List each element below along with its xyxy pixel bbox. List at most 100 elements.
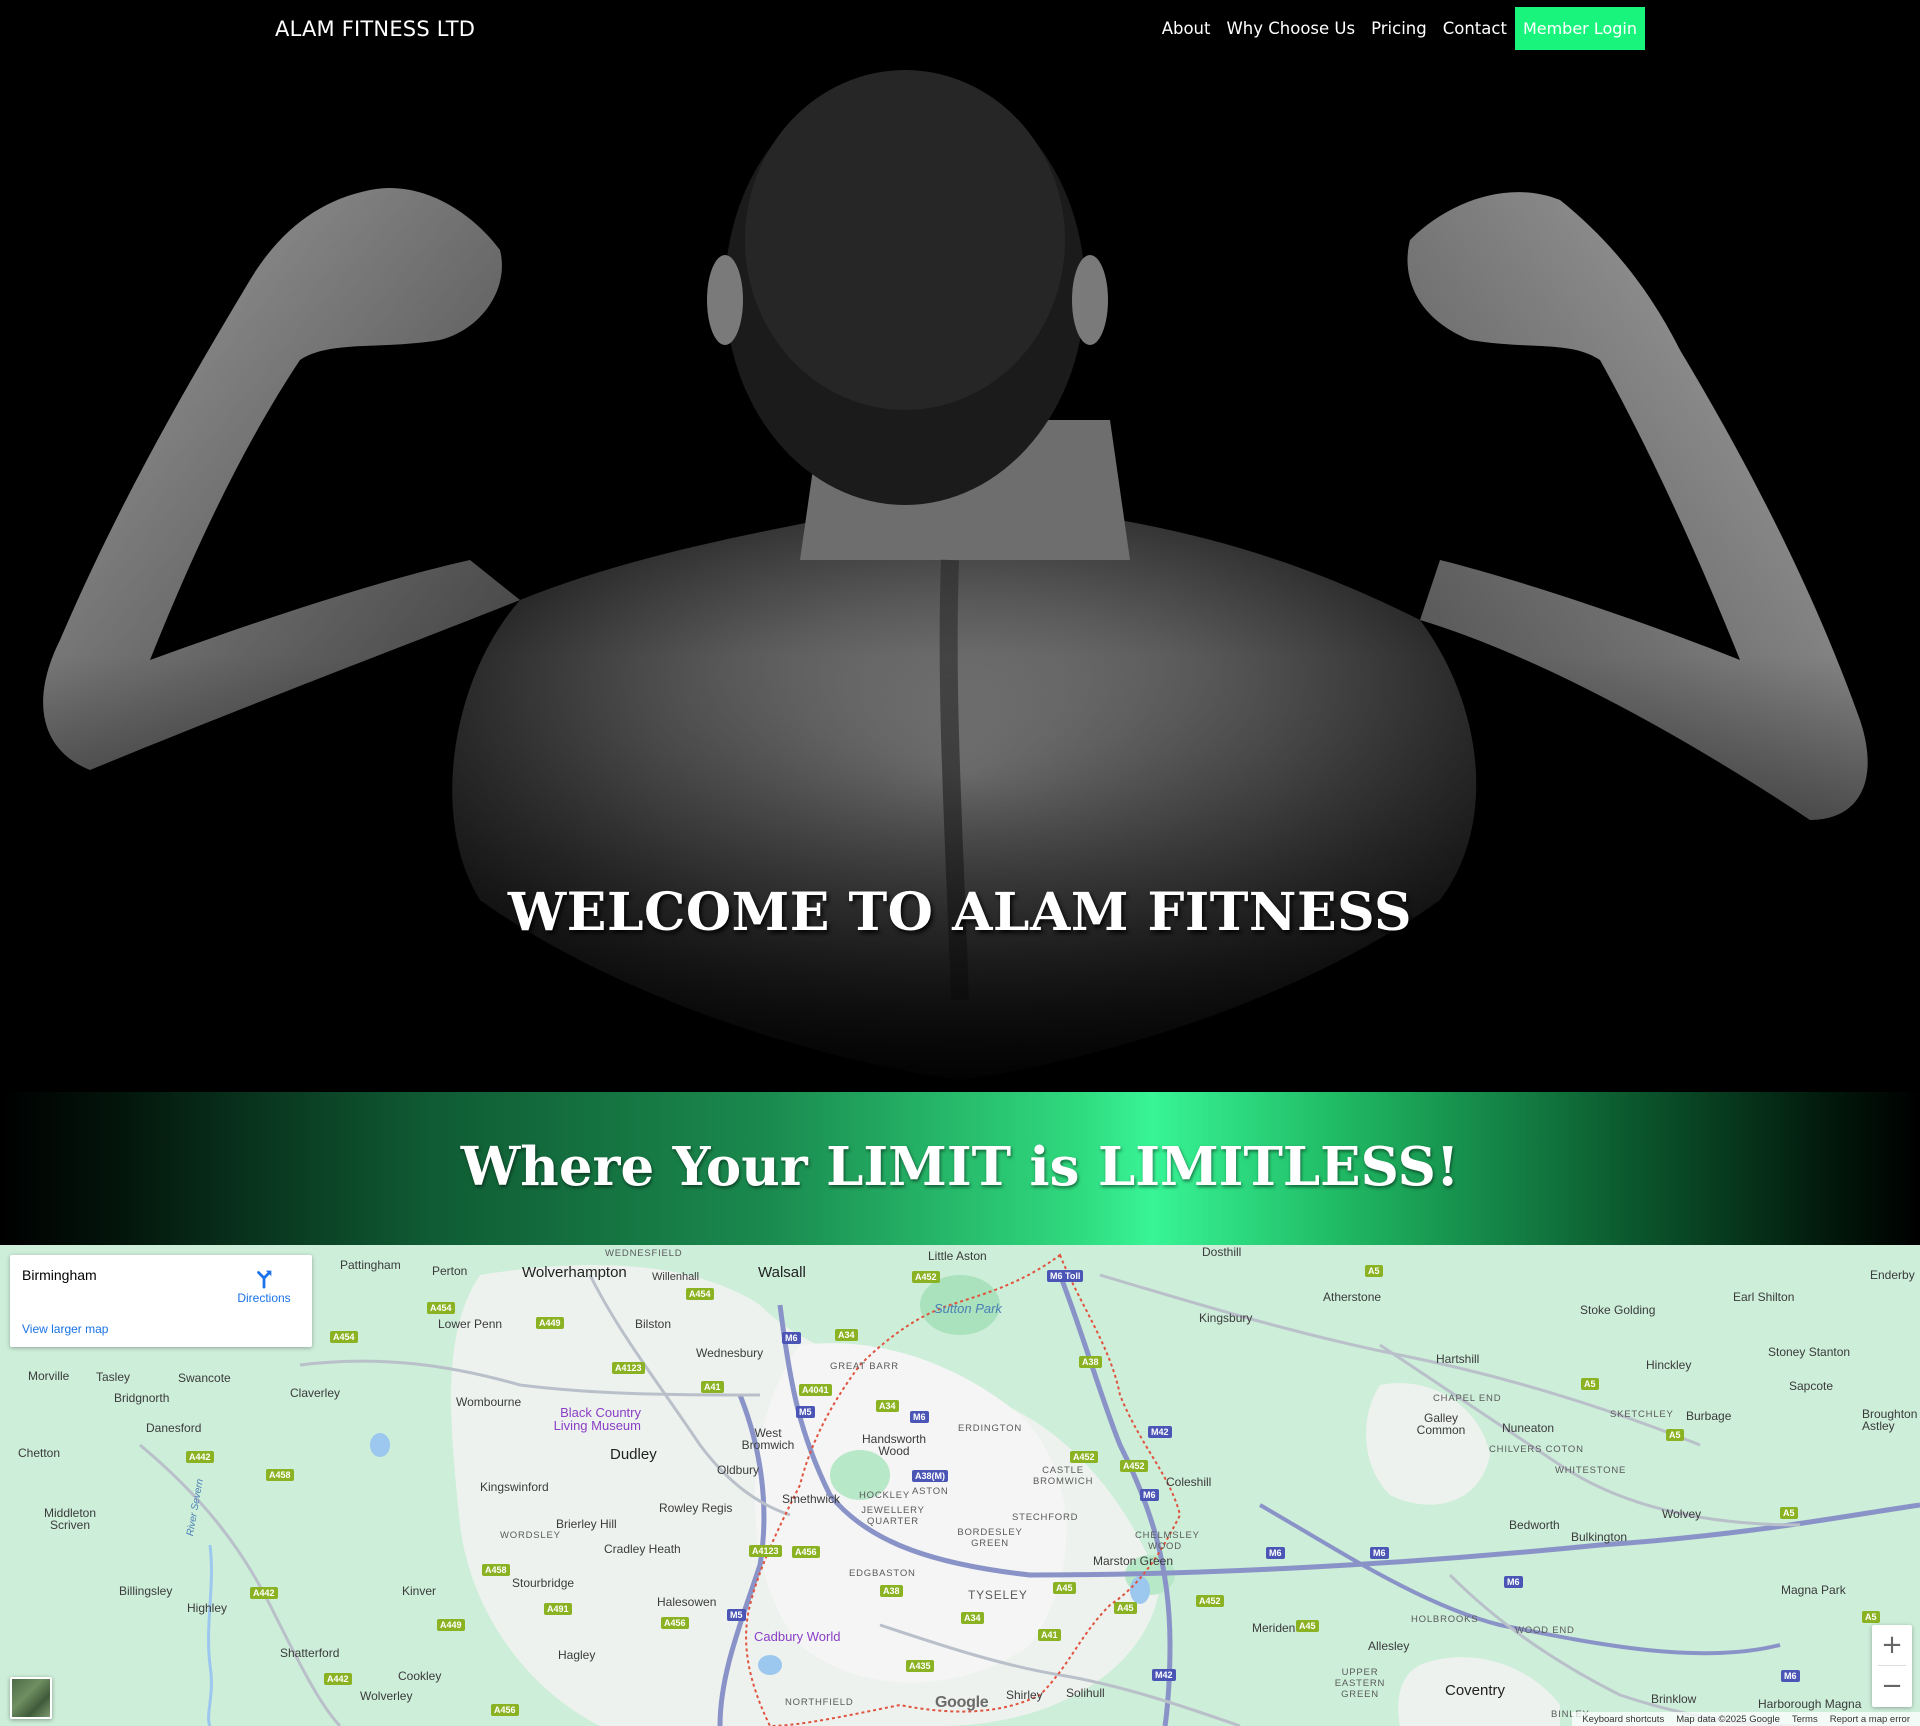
map-label-stoney-stanton[interactable]: Stoney Stanton bbox=[1768, 1345, 1850, 1359]
map-label-swancote[interactable]: Swancote bbox=[178, 1371, 231, 1385]
map-label-lower-penn[interactable]: Lower Penn bbox=[438, 1317, 502, 1331]
map-label-bordesley-green[interactable]: BORDESLEY GREEN bbox=[955, 1527, 1025, 1549]
map-label-stourbridge[interactable]: Stourbridge bbox=[512, 1576, 574, 1590]
map-label-rowley-regis[interactable]: Rowley Regis bbox=[659, 1501, 732, 1515]
zoom-in-button[interactable]: + bbox=[1872, 1625, 1912, 1665]
map-label-brierley-hill[interactable]: Brierley Hill bbox=[556, 1517, 617, 1531]
map-label-wood-end[interactable]: WOOD END bbox=[1515, 1625, 1575, 1636]
map-label-harborough-magna[interactable]: Harborough Magna bbox=[1758, 1697, 1861, 1711]
map-label-wolverhampton[interactable]: Wolverhampton bbox=[522, 1264, 627, 1281]
map-label-wednesfield[interactable]: WEDNESFIELD bbox=[605, 1248, 682, 1259]
map-label-cadbury-world[interactable]: Cadbury World bbox=[754, 1629, 840, 1644]
map-label-tasley[interactable]: Tasley bbox=[96, 1370, 130, 1384]
map-label-hockley[interactable]: HOCKLEY bbox=[859, 1490, 910, 1501]
map-label-oldbury[interactable]: Oldbury bbox=[717, 1463, 759, 1477]
map-label-bridgnorth[interactable]: Bridgnorth bbox=[114, 1391, 169, 1405]
map-label-perton[interactable]: Perton bbox=[432, 1264, 467, 1278]
map-label-hagley[interactable]: Hagley bbox=[558, 1648, 595, 1662]
map-label-stechford[interactable]: STECHFORD bbox=[1012, 1512, 1078, 1523]
map-label-magna-park[interactable]: Magna Park bbox=[1781, 1583, 1846, 1597]
map-label-northfield[interactable]: NORTHFIELD bbox=[785, 1697, 854, 1708]
map-label-dosthill[interactable]: Dosthill bbox=[1202, 1245, 1241, 1259]
map-label-morville[interactable]: Morville bbox=[28, 1369, 69, 1383]
map-label-wolvey[interactable]: Wolvey bbox=[1662, 1507, 1701, 1521]
map-label-holbrooks[interactable]: HOLBROOKS bbox=[1411, 1614, 1478, 1625]
nav-link-why-choose-us[interactable]: Why Choose Us bbox=[1226, 19, 1355, 38]
map-label-claverley[interactable]: Claverley bbox=[290, 1386, 340, 1400]
view-larger-map-link[interactable]: View larger map bbox=[22, 1322, 108, 1336]
map-label-erdington[interactable]: ERDINGTON bbox=[958, 1423, 1022, 1434]
map-label-kingswinford[interactable]: Kingswinford bbox=[480, 1480, 549, 1494]
map-label-galley-common[interactable]: Galley Common bbox=[1415, 1412, 1467, 1436]
map-label-billingsley[interactable]: Billingsley bbox=[119, 1584, 172, 1598]
map-label-sutton-park[interactable]: Sutton Park bbox=[934, 1301, 1002, 1316]
map-label-upper-eastern-green[interactable]: UPPER EASTERN GREEN bbox=[1320, 1667, 1400, 1700]
map-label-jewellery-quarter[interactable]: JEWELLERY QUARTER bbox=[858, 1505, 928, 1527]
map-label-tyseley[interactable]: TYSELEY bbox=[968, 1588, 1028, 1602]
map-label-wednesbury[interactable]: Wednesbury bbox=[696, 1346, 763, 1360]
map-label-walsall[interactable]: Walsall bbox=[758, 1264, 806, 1281]
satellite-layer-toggle[interactable] bbox=[10, 1677, 52, 1719]
map-label-shirley[interactable]: Shirley bbox=[1006, 1688, 1043, 1702]
map-label-sketchley[interactable]: SKETCHLEY bbox=[1610, 1409, 1674, 1420]
map-label-coventry[interactable]: Coventry bbox=[1445, 1682, 1505, 1699]
map-label-brinklow[interactable]: Brinklow bbox=[1651, 1692, 1696, 1706]
nav-link-about[interactable]: About bbox=[1162, 19, 1211, 38]
map-label-pattingham[interactable]: Pattingham bbox=[340, 1258, 401, 1272]
map-label-chilvers-coton[interactable]: CHILVERS COTON bbox=[1489, 1444, 1584, 1455]
map-label-kinver[interactable]: Kinver bbox=[402, 1584, 436, 1598]
map-label-coleshill[interactable]: Coleshill bbox=[1166, 1475, 1211, 1489]
map-label-wordsley[interactable]: WORDSLEY bbox=[500, 1530, 561, 1541]
map-label-solihull[interactable]: Solihull bbox=[1066, 1686, 1105, 1700]
map-label-burbage[interactable]: Burbage bbox=[1686, 1409, 1731, 1423]
map-label-highley[interactable]: Highley bbox=[187, 1601, 227, 1615]
map-label-bilston[interactable]: Bilston bbox=[635, 1317, 671, 1331]
nav-link-pricing[interactable]: Pricing bbox=[1371, 19, 1427, 38]
map-label-stoke-golding[interactable]: Stoke Golding bbox=[1580, 1303, 1655, 1317]
keyboard-shortcuts-link[interactable]: Keyboard shortcuts bbox=[1582, 1714, 1664, 1725]
map-label-handsworth-wood[interactable]: Handsworth Wood bbox=[859, 1433, 929, 1457]
map-label-aston[interactable]: ASTON bbox=[912, 1486, 949, 1497]
map-label-allesley[interactable]: Allesley bbox=[1368, 1639, 1409, 1653]
map-label-kingsbury[interactable]: Kingsbury bbox=[1199, 1311, 1252, 1325]
map-label-chelmsley-wood[interactable]: CHELMSLEY WOOD bbox=[1135, 1530, 1199, 1552]
map-label-chapel-end[interactable]: CHAPEL END bbox=[1433, 1393, 1501, 1404]
map-label-wombourne[interactable]: Wombourne bbox=[456, 1395, 521, 1409]
map-label-atherstone[interactable]: Atherstone bbox=[1323, 1290, 1381, 1304]
report-error-link[interactable]: Report a map error bbox=[1830, 1714, 1910, 1725]
map-label-great-barr[interactable]: GREAT BARR bbox=[830, 1361, 899, 1372]
map-label-hartshill[interactable]: Hartshill bbox=[1436, 1352, 1479, 1366]
map-label-chetton[interactable]: Chetton bbox=[18, 1446, 60, 1460]
map-label-cookley[interactable]: Cookley bbox=[398, 1669, 441, 1683]
map-label-bulkington[interactable]: Bulkington bbox=[1571, 1530, 1627, 1544]
map-label-halesowen[interactable]: Halesowen bbox=[657, 1595, 716, 1609]
map-label-nuneaton[interactable]: Nuneaton bbox=[1502, 1421, 1554, 1435]
directions-button[interactable]: Directions bbox=[234, 1267, 294, 1305]
map-label-edgbaston[interactable]: EDGBASTON bbox=[849, 1568, 916, 1579]
map-label-earl-shilton[interactable]: Earl Shilton bbox=[1733, 1290, 1794, 1304]
zoom-out-button[interactable]: − bbox=[1872, 1666, 1912, 1706]
map-label-middleton-scriven[interactable]: Middleton Scriven bbox=[40, 1507, 100, 1531]
terms-link[interactable]: Terms bbox=[1792, 1714, 1818, 1725]
map-label-bedworth[interactable]: Bedworth bbox=[1509, 1518, 1560, 1532]
map-label-smethwick[interactable]: Smethwick bbox=[782, 1492, 840, 1506]
map-label-broughton-astley[interactable]: Broughton Astley bbox=[1862, 1408, 1920, 1432]
brand-logo[interactable]: ALAM FITNESS LTD bbox=[275, 17, 475, 41]
map-label-black-country-museum[interactable]: Black Country Living Museum bbox=[541, 1406, 641, 1432]
nav-link-contact[interactable]: Contact bbox=[1443, 19, 1507, 38]
map-label-little-aston[interactable]: Little Aston bbox=[928, 1249, 987, 1263]
map-label-hinckley[interactable]: Hinckley bbox=[1646, 1358, 1691, 1372]
map-label-whitestone[interactable]: WHITESTONE bbox=[1555, 1465, 1626, 1476]
member-login-button[interactable]: Member Login bbox=[1514, 7, 1645, 50]
map-label-shatterford[interactable]: Shatterford bbox=[280, 1646, 339, 1660]
map-label-wolverley[interactable]: Wolverley bbox=[360, 1689, 412, 1703]
map-label-castle-bromwich[interactable]: CASTLE BROMWICH bbox=[1033, 1465, 1093, 1487]
map-label-marston-green[interactable]: Marston Green bbox=[1093, 1554, 1173, 1568]
map-label-danesford[interactable]: Danesford bbox=[146, 1421, 201, 1435]
map-label-west-bromwich[interactable]: West Bromwich bbox=[740, 1427, 796, 1451]
map-label-willenhall[interactable]: Willenhall bbox=[652, 1271, 699, 1283]
map-label-dudley[interactable]: Dudley bbox=[610, 1446, 657, 1463]
map-label-cradley-heath[interactable]: Cradley Heath bbox=[604, 1542, 681, 1556]
map-label-sapcote[interactable]: Sapcote bbox=[1789, 1379, 1833, 1393]
map-label-meriden[interactable]: Meriden bbox=[1252, 1621, 1295, 1635]
